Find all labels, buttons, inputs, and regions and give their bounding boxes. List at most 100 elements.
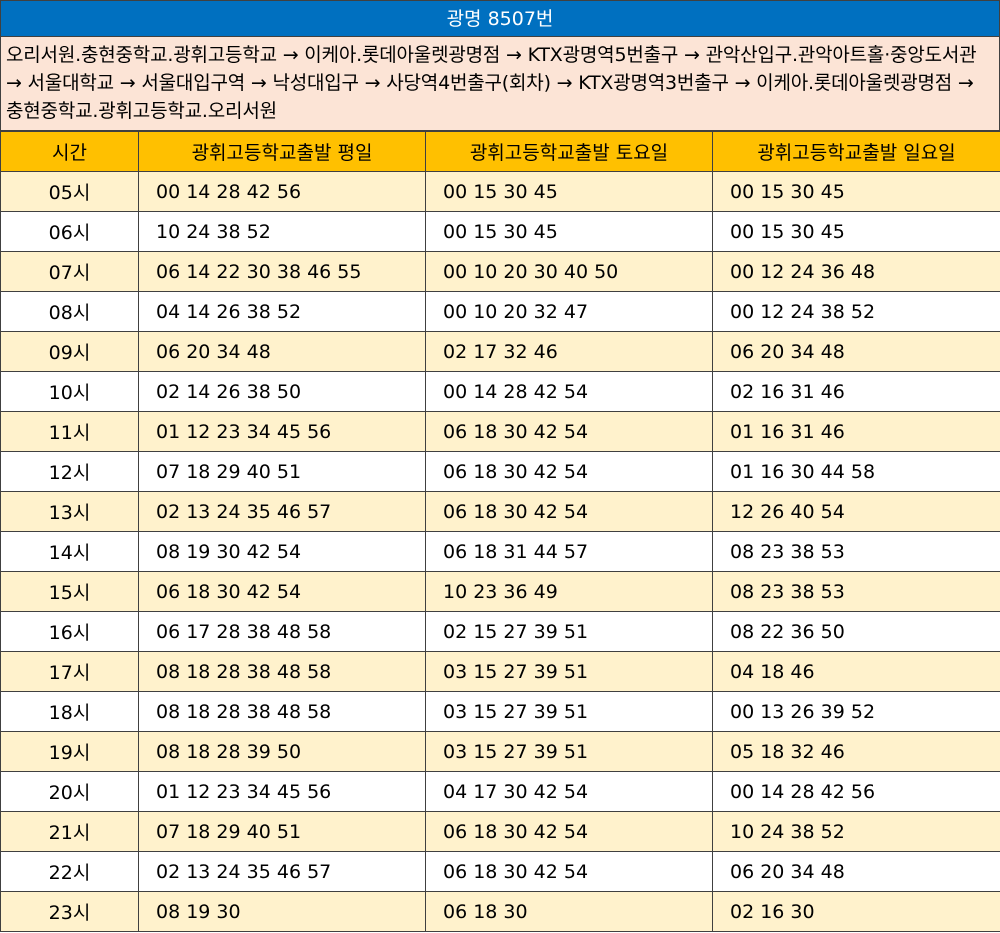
sunday-times-cell: 01 16 31 46 (712, 411, 1000, 452)
saturday-times-cell: 00 15 30 45 (425, 171, 713, 212)
table-row: 11시 01 12 23 34 45 56 06 18 30 42 54 01 16 … (0, 411, 1000, 452)
table-row: 14시 08 19 30 42 54 06 18 31 44 57 08 23 38 … (0, 531, 1000, 572)
table-row: 10시 02 14 26 38 50 00 14 28 42 54 02 16 31 … (0, 371, 1000, 412)
sunday-times-cell: 00 12 24 38 52 (712, 291, 1000, 332)
weekday-times-cell: 06 20 34 48 (138, 331, 426, 372)
weekday-times-cell: 01 12 23 34 45 56 (138, 411, 426, 452)
table-row: 08시 04 14 26 38 52 00 10 20 32 47 00 12 24 … (0, 291, 1000, 332)
table-row: 17시 08 18 28 38 48 58 03 15 27 39 51 04 18 … (0, 651, 1000, 692)
saturday-times-cell: 06 18 31 44 57 (425, 531, 713, 572)
hour-cell: 22시 (0, 851, 139, 892)
hour-cell: 06시 (0, 211, 139, 252)
hour-cell: 13시 (0, 491, 139, 532)
route-description: 오리서원.충현중학교.광휘고등학교 → 이케아.롯데아울렛광명점 → KTX광명… (0, 37, 1000, 131)
sunday-times-cell: 12 26 40 54 (712, 491, 1000, 532)
hour-cell: 21시 (0, 811, 139, 852)
sunday-times-cell: 06 20 34 48 (712, 331, 1000, 372)
sunday-times-cell: 08 23 38 53 (712, 531, 1000, 572)
weekday-times-cell: 04 14 26 38 52 (138, 291, 426, 332)
hour-cell: 23시 (0, 891, 139, 932)
hour-cell: 09시 (0, 331, 139, 372)
saturday-times-cell: 03 15 27 39 51 (425, 651, 713, 692)
weekday-times-cell: 07 18 29 40 51 (138, 451, 426, 492)
table-row: 07시 06 14 22 30 38 46 55 00 10 20 30 40 50… (0, 251, 1000, 292)
hour-cell: 15시 (0, 571, 139, 612)
weekday-times-cell: 08 18 28 38 48 58 (138, 691, 426, 732)
saturday-times-cell: 06 18 30 42 54 (425, 811, 713, 852)
hour-cell: 17시 (0, 651, 139, 692)
table-row: 22시 02 13 24 35 46 57 06 18 30 42 54 06 20 … (0, 851, 1000, 892)
hour-cell: 19시 (0, 731, 139, 772)
hour-cell: 20시 (0, 771, 139, 812)
hour-cell: 18시 (0, 691, 139, 732)
sunday-times-cell: 04 18 46 (712, 651, 1000, 692)
header-saturday: 광휘고등학교출발 토요일 (425, 131, 713, 172)
weekday-times-cell: 06 17 28 38 48 58 (138, 611, 426, 652)
sunday-times-cell: 00 15 30 45 (712, 171, 1000, 212)
saturday-times-cell: 06 18 30 42 54 (425, 451, 713, 492)
hour-cell: 10시 (0, 371, 139, 412)
sunday-times-cell: 02 16 30 (712, 891, 1000, 932)
saturday-times-cell: 06 18 30 42 54 (425, 411, 713, 452)
saturday-times-cell: 00 10 20 32 47 (425, 291, 713, 332)
table-row: 09시 06 20 34 48 02 17 32 46 06 20 34 48 (0, 331, 1000, 372)
hour-cell: 12시 (0, 451, 139, 492)
sunday-times-cell: 00 14 28 42 56 (712, 771, 1000, 812)
bus-title: 광명 8507번 (0, 0, 1000, 37)
saturday-times-cell: 06 18 30 (425, 891, 713, 932)
saturday-times-cell: 00 15 30 45 (425, 211, 713, 252)
saturday-times-cell: 02 17 32 46 (425, 331, 713, 372)
hour-cell: 05시 (0, 171, 139, 212)
table-row: 05시 00 14 28 42 56 00 15 30 45 00 15 30 45 (0, 171, 1000, 212)
table-row: 06시 10 24 38 52 00 15 30 45 00 15 30 45 (0, 211, 1000, 252)
saturday-times-cell: 00 10 20 30 40 50 (425, 251, 713, 292)
table-row: 16시 06 17 28 38 48 58 02 15 27 39 51 08 22 … (0, 611, 1000, 652)
sunday-times-cell: 08 23 38 53 (712, 571, 1000, 612)
saturday-times-cell: 03 15 27 39 51 (425, 731, 713, 772)
table-row: 12시 07 18 29 40 51 06 18 30 42 54 01 16 30 … (0, 451, 1000, 492)
timetable-sheet: 광명 8507번 오리서원.충현중학교.광휘고등학교 → 이케아.롯데아울렛광명… (0, 0, 1000, 933)
hour-cell: 07시 (0, 251, 139, 292)
sunday-times-cell: 01 16 30 44 58 (712, 451, 1000, 492)
sunday-times-cell: 10 24 38 52 (712, 811, 1000, 852)
table-row: 18시 08 18 28 38 48 58 03 15 27 39 51 00 13 … (0, 691, 1000, 732)
saturday-times-cell: 04 17 30 42 54 (425, 771, 713, 812)
saturday-times-cell: 02 15 27 39 51 (425, 611, 713, 652)
table-row: 21시 07 18 29 40 51 06 18 30 42 54 10 24 38 … (0, 811, 1000, 852)
table-row: 20시 01 12 23 34 45 56 04 17 30 42 54 00 14 … (0, 771, 1000, 812)
hour-cell: 08시 (0, 291, 139, 332)
weekday-times-cell: 01 12 23 34 45 56 (138, 771, 426, 812)
saturday-times-cell: 06 18 30 42 54 (425, 851, 713, 892)
sunday-times-cell: 08 22 36 50 (712, 611, 1000, 652)
hour-cell: 14시 (0, 531, 139, 572)
hour-cell: 16시 (0, 611, 139, 652)
weekday-times-cell: 06 14 22 30 38 46 55 (138, 251, 426, 292)
saturday-times-cell: 10 23 36 49 (425, 571, 713, 612)
weekday-times-cell: 00 14 28 42 56 (138, 171, 426, 212)
timetable: 시간 광휘고등학교출발 평일 광휘고등학교출발 토요일 광휘고등학교출발 일요일… (0, 131, 1000, 932)
timetable-body: 05시 00 14 28 42 56 00 15 30 45 00 15 30 45 0… (0, 171, 1000, 932)
weekday-times-cell: 08 18 28 38 48 58 (138, 651, 426, 692)
saturday-times-cell: 06 18 30 42 54 (425, 491, 713, 532)
weekday-times-cell: 08 19 30 (138, 891, 426, 932)
table-row: 23시 08 19 30 06 18 30 02 16 30 (0, 891, 1000, 932)
sunday-times-cell: 00 12 24 36 48 (712, 251, 1000, 292)
saturday-times-cell: 00 14 28 42 54 (425, 371, 713, 412)
sunday-times-cell: 06 20 34 48 (712, 851, 1000, 892)
hour-cell: 11시 (0, 411, 139, 452)
sunday-times-cell: 00 13 26 39 52 (712, 691, 1000, 732)
header-sunday: 광휘고등학교출발 일요일 (712, 131, 1000, 172)
table-row: 15시 06 18 30 42 54 10 23 36 49 08 23 38 53 (0, 571, 1000, 612)
weekday-times-cell: 02 14 26 38 50 (138, 371, 426, 412)
weekday-times-cell: 08 18 28 39 50 (138, 731, 426, 772)
weekday-times-cell: 02 13 24 35 46 57 (138, 851, 426, 892)
header-hour: 시간 (0, 131, 139, 172)
header-weekday: 광휘고등학교출발 평일 (138, 131, 426, 172)
saturday-times-cell: 03 15 27 39 51 (425, 691, 713, 732)
weekday-times-cell: 06 18 30 42 54 (138, 571, 426, 612)
sunday-times-cell: 02 16 31 46 (712, 371, 1000, 412)
sunday-times-cell: 05 18 32 46 (712, 731, 1000, 772)
table-row: 13시 02 13 24 35 46 57 06 18 30 42 54 12 26 … (0, 491, 1000, 532)
table-row: 19시 08 18 28 39 50 03 15 27 39 51 05 18 32 … (0, 731, 1000, 772)
weekday-times-cell: 02 13 24 35 46 57 (138, 491, 426, 532)
